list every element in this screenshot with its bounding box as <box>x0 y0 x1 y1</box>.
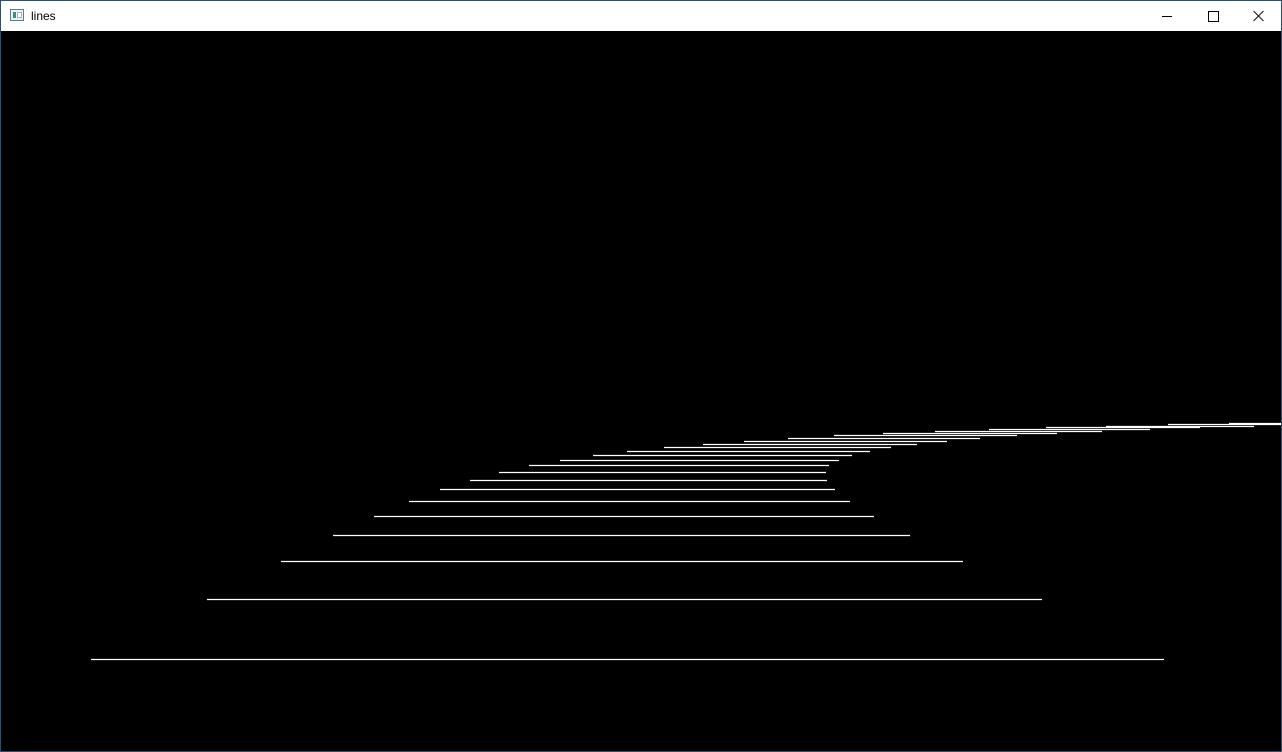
maximize-button[interactable] <box>1190 1 1236 31</box>
window-title: lines <box>31 9 56 23</box>
lines-drawing <box>91 422 1281 661</box>
minimize-icon <box>1162 15 1172 17</box>
title-bar[interactable]: lines <box>1 1 1281 31</box>
app-window: lines <box>0 0 1282 752</box>
close-icon <box>1253 10 1265 22</box>
app-window-icon[interactable] <box>10 9 24 21</box>
minimize-button[interactable] <box>1144 1 1190 31</box>
close-button[interactable] <box>1236 1 1281 31</box>
maximize-icon <box>1207 10 1219 22</box>
render-canvas[interactable] <box>1 31 1281 751</box>
